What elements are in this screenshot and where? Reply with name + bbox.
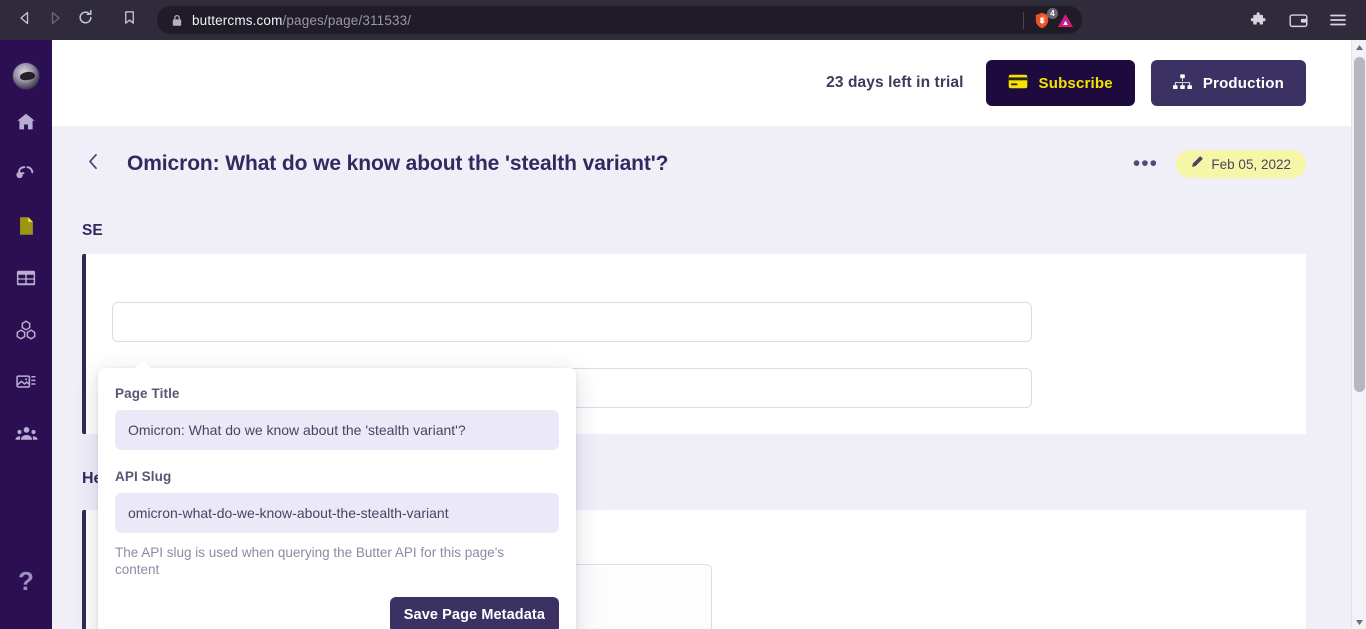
avatar[interactable] — [12, 62, 40, 90]
browser-actions — [1246, 8, 1366, 32]
popover-actions: Save Page Metadata — [115, 597, 559, 629]
scroll-up-arrow-icon[interactable] — [1352, 40, 1366, 54]
seo-input-1[interactable] — [112, 302, 1032, 342]
page-title: Omicron: What do we know about the 'stea… — [127, 152, 669, 175]
page-document-icon — [15, 215, 37, 242]
trial-status-text: 23 days left in trial — [826, 74, 964, 91]
application-window: ? 23 days left in trial Subscribe Produc… — [0, 40, 1366, 629]
sidebar-item-pages[interactable] — [8, 210, 44, 246]
browser-toolbar: buttercms.com/pages/page/311533/ 4 — [0, 0, 1366, 40]
bookmark-button[interactable] — [114, 5, 144, 35]
media-image-icon — [15, 372, 37, 397]
more-options-button[interactable]: ••• — [1132, 153, 1158, 174]
sitemap-icon — [1172, 73, 1192, 93]
reload-icon — [77, 9, 94, 31]
back-to-pages-button[interactable] — [80, 151, 106, 177]
page-body: SE Header Cover * — [52, 202, 1355, 629]
api-slug-field-label: API Slug — [115, 469, 172, 484]
api-slug-help-text: The API slug is used when querying the B… — [115, 545, 505, 577]
save-page-metadata-button[interactable]: Save Page Metadata — [389, 597, 559, 629]
page-header-actions: ••• Feb 05, 2022 — [1132, 150, 1355, 178]
blog-rss-icon — [15, 163, 37, 190]
sidebar-item-blog[interactable] — [8, 158, 44, 194]
bookmark-icon — [122, 10, 137, 30]
pencil-edit-icon — [1191, 155, 1204, 173]
hamburger-menu-icon[interactable] — [1326, 8, 1350, 32]
scrollbar-thumb[interactable] — [1354, 57, 1365, 392]
page-header: Omicron: What do we know about the 'stea… — [52, 126, 1355, 202]
page-scrollbar[interactable] — [1351, 40, 1366, 629]
brave-rewards-triangle-icon[interactable] — [1056, 11, 1074, 29]
page-title-input[interactable]: Omicron: What do we know about the 'stea… — [115, 410, 559, 450]
content-column: 23 days left in trial Subscribe Producti… — [52, 40, 1355, 629]
page-metadata-popover: Page Title Omicron: What do we know abou… — [98, 360, 576, 629]
url-bar[interactable]: buttercms.com/pages/page/311533/ 4 — [157, 6, 1082, 34]
lock-icon — [171, 14, 183, 27]
shield-badge: 4 — [1047, 7, 1058, 19]
subscribe-label: Subscribe — [1038, 74, 1113, 92]
sidebar-rail: ? — [0, 40, 52, 629]
top-bar: 23 days left in trial Subscribe Producti… — [52, 40, 1355, 126]
credit-card-icon — [1008, 74, 1028, 92]
publish-date-badge[interactable]: Feb 05, 2022 — [1176, 150, 1306, 178]
back-button[interactable] — [10, 5, 40, 35]
reload-button[interactable] — [70, 5, 100, 35]
sidebar-item-media[interactable] — [8, 366, 44, 402]
url-text: buttercms.com/pages/page/311533/ — [192, 13, 1023, 28]
sidebar-item-home[interactable] — [8, 106, 44, 142]
subscribe-button[interactable]: Subscribe — [985, 60, 1135, 106]
field-spacer — [112, 280, 1306, 302]
environment-label: Production — [1202, 74, 1284, 92]
brave-shield-icon[interactable]: 4 — [1032, 7, 1058, 30]
url-host: buttercms.com — [192, 12, 283, 28]
popover-field-gap — [115, 450, 559, 469]
chevron-left-icon — [87, 153, 100, 176]
seo-field-1 — [112, 302, 1306, 342]
users-team-icon — [14, 424, 38, 448]
url-bar-actions: 4 — [1023, 7, 1074, 30]
sidebar-item-components[interactable] — [8, 314, 44, 350]
scroll-down-arrow-icon[interactable] — [1352, 615, 1366, 629]
environment-button[interactable]: Production — [1150, 60, 1306, 106]
blocks-cubes-icon — [15, 319, 37, 346]
sidebar-item-team[interactable] — [8, 418, 44, 454]
publish-date-label: Feb 05, 2022 — [1211, 156, 1291, 172]
puzzle-extensions-icon[interactable] — [1246, 8, 1270, 32]
table-grid-icon — [15, 268, 37, 293]
seo-section-label: SE — [82, 222, 103, 239]
sidebar-item-collections[interactable] — [8, 262, 44, 298]
back-arrow-icon — [17, 10, 33, 31]
url-path: /pages/page/311533/ — [282, 12, 412, 28]
sidebar-item-help[interactable]: ? — [8, 563, 44, 599]
forward-arrow-icon — [47, 10, 63, 31]
forward-button[interactable] — [40, 5, 70, 35]
wallet-icon[interactable] — [1286, 8, 1310, 32]
page-title-field-label: Page Title — [115, 386, 180, 401]
home-icon — [15, 111, 37, 138]
api-slug-input[interactable]: omicron-what-do-we-know-about-the-stealt… — [115, 493, 559, 533]
